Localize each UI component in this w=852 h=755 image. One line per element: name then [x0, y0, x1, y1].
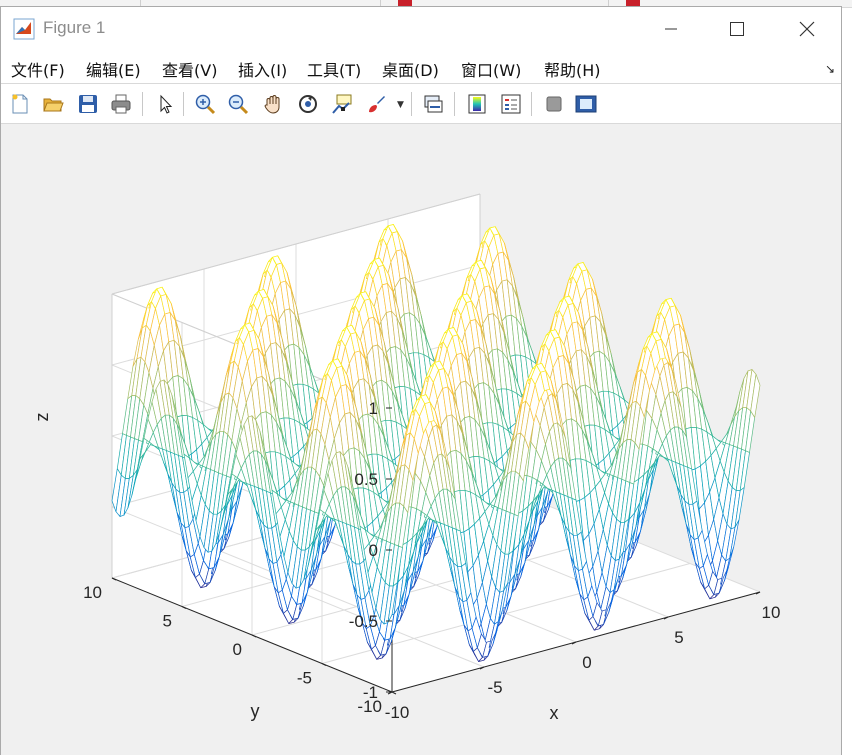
legend-icon [501, 94, 521, 114]
pan-hand-icon [264, 95, 280, 114]
zoom-out-button[interactable] [225, 91, 251, 117]
mesh-plot[interactable]: -10-50510-10-50510-1-0.500.51 x y z [1, 125, 841, 755]
toolbar-separator [531, 92, 532, 116]
minimize-icon [665, 28, 677, 29]
open-file-button[interactable] [40, 91, 66, 117]
colorbar-icon [468, 94, 486, 114]
menu-window[interactable]: 窗口(W) [461, 57, 521, 81]
matlab-logo-icon [13, 18, 35, 40]
menu-bar: 文件(F) 编辑(E) 查看(V) 插入(I) 工具(T) 桌面(D) 窗口(W… [1, 50, 841, 84]
toolbar-separator [183, 92, 184, 116]
menu-edit[interactable]: 编辑(E) [86, 57, 141, 81]
toolbar-separator [411, 92, 412, 116]
figure-toolbar: ▼ [1, 84, 841, 124]
maximize-icon [730, 21, 744, 36]
menu-help[interactable]: 帮助(H) [544, 57, 601, 81]
toolbar-separator [454, 92, 455, 116]
save-button[interactable] [75, 91, 101, 117]
link-plot-button[interactable] [420, 91, 446, 117]
brush-icon [369, 96, 385, 113]
rotate-3d-icon [299, 95, 317, 113]
link-plot-icon [424, 95, 443, 113]
minimize-button[interactable] [641, 7, 701, 50]
new-figure-button[interactable] [7, 91, 33, 117]
figure-window: Figure 1 文件(F) 编辑(E) 查看(V) 插入(I) 工具(T) 桌… [0, 6, 842, 755]
zoom-in-button[interactable] [192, 91, 218, 117]
figure-canvas: -10 -5 0 5 10 -10 -5 0 5 10 -1 -0.5 0 0.5 1 x y z [1, 125, 841, 755]
data-cursor-button[interactable] [329, 91, 355, 117]
new-figure-icon [12, 94, 28, 114]
legend-button[interactable] [498, 91, 524, 117]
select-button[interactable] [152, 91, 178, 117]
close-icon [799, 21, 815, 36]
zoom-out-icon [228, 94, 249, 115]
title-bar[interactable]: Figure 1 [1, 7, 841, 50]
open-file-icon [43, 98, 64, 112]
menu-tools[interactable]: 工具(T) [307, 57, 361, 81]
menu-file[interactable]: 文件(F) [11, 57, 65, 81]
menu-insert[interactable]: 插入(I) [238, 57, 287, 81]
print-icon [111, 94, 131, 114]
zoom-in-icon [195, 94, 216, 115]
menu-view[interactable]: 查看(V) [162, 57, 217, 81]
hide-plot-tools-button[interactable] [541, 91, 567, 117]
save-icon [79, 95, 97, 113]
dock-arrow-icon[interactable]: ↘ [825, 62, 835, 76]
brush-dropdown-icon[interactable]: ▼ [397, 100, 404, 110]
rotate-3d-button[interactable] [295, 91, 321, 117]
maximize-button[interactable] [707, 7, 767, 50]
brush-button[interactable] [363, 91, 389, 117]
data-cursor-icon [332, 94, 352, 114]
hide-plot-tools-icon [546, 96, 562, 112]
toolbar-separator [142, 92, 143, 116]
window-title: Figure 1 [43, 18, 106, 37]
print-button[interactable] [108, 91, 134, 117]
menu-desktop[interactable]: 桌面(D) [382, 57, 439, 81]
close-button[interactable] [777, 7, 837, 50]
pan-button[interactable] [260, 91, 286, 117]
show-plot-tools-button[interactable] [573, 91, 599, 117]
select-pointer-icon [160, 94, 173, 114]
show-plot-tools-icon [575, 95, 597, 113]
colorbar-button[interactable] [464, 91, 490, 117]
